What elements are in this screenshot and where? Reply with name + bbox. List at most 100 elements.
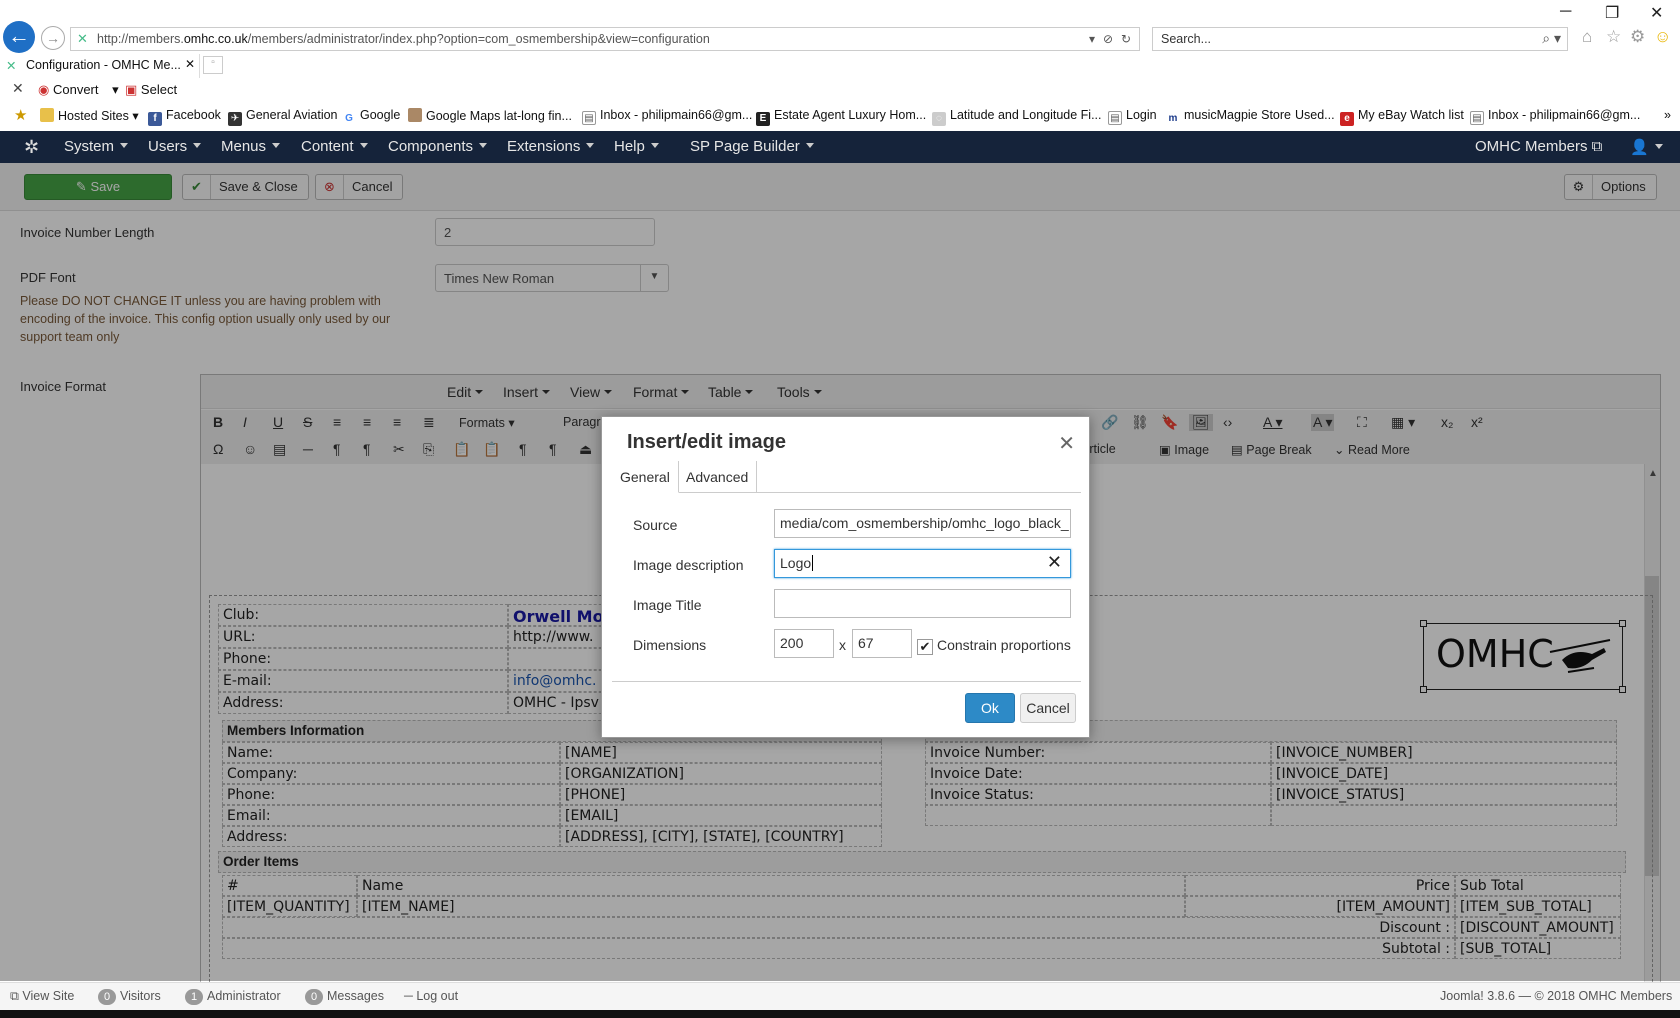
tab-favicon-icon: ✕ <box>6 59 17 73</box>
dialog-tabs: General Advanced <box>612 461 1081 493</box>
dimensions-label: Dimensions <box>633 637 707 653</box>
visitors-link[interactable]: 0 Visitors <box>98 989 161 1005</box>
favorite-inbox-1[interactable]: ▤ Inbox - philipmain66@gm... <box>582 108 752 125</box>
image-title-label: Image Title <box>633 597 702 613</box>
messages-link[interactable]: 0 Messages <box>305 989 384 1005</box>
dialog-cancel-button[interactable]: Cancel <box>1020 693 1076 723</box>
favorite-estate-agent[interactable]: E Estate Agent Luxury Hom... <box>756 108 926 126</box>
close-window-icon[interactable]: ✕ <box>1650 3 1663 23</box>
search-icon[interactable]: ⌕ ▾ <box>1542 30 1561 47</box>
browser-search-input[interactable]: Search... ⌕ ▾ <box>1152 27 1568 51</box>
menu-menus[interactable]: Menus <box>221 138 281 155</box>
favorite-google[interactable]: G Google <box>342 108 400 126</box>
new-tab-button[interactable]: ▫ <box>203 56 223 74</box>
user-menu-icon[interactable]: 👤 <box>1630 138 1663 156</box>
aviation-icon: ✈ <box>228 112 242 126</box>
convert-icon: ◉ <box>38 82 50 97</box>
folder-icon <box>40 108 54 122</box>
menu-users[interactable]: Users <box>148 138 202 155</box>
favorite-ebay-watch[interactable]: e My eBay Watch list <box>1340 108 1464 126</box>
ok-button[interactable]: Ok <box>965 693 1015 723</box>
favorite-hosted-sites[interactable]: Hosted Sites ▾ <box>40 108 139 123</box>
image-description-input[interactable]: Logo ✕ <box>774 549 1071 578</box>
refresh-icon[interactable]: ↻ <box>1121 32 1131 46</box>
close-command-bar-icon[interactable]: ✕ <box>12 80 24 97</box>
favorite-used[interactable]: Used... <box>1295 108 1335 122</box>
favorites-star-icon[interactable]: ☆ <box>1606 27 1621 47</box>
favorite-general-aviation[interactable]: ✈ General Aviation <box>228 108 338 126</box>
url-field[interactable]: ✕ http://members.omhc.co.uk/members/admi… <box>70 27 1140 51</box>
favorite-musicmagpie[interactable]: m musicMagpie Store <box>1166 108 1291 126</box>
favorite-google-maps[interactable]: Google Maps lat-long fin... <box>408 108 572 123</box>
administrator-link[interactable]: 1 Administrator <box>185 989 281 1005</box>
admin-navbar: ✲ System Users Menus Content Components … <box>0 131 1680 163</box>
favorites-add-icon[interactable]: ★ <box>14 106 27 124</box>
select-button[interactable]: ▣ Select <box>125 82 177 98</box>
insert-edit-image-dialog: Insert/edit image ✕ General Advanced Sou… <box>601 416 1090 738</box>
copyright-text: Joomla! 3.8.6 — © 2018 OMHC Members <box>1440 989 1673 1003</box>
image-title-input[interactable] <box>774 589 1071 618</box>
favorite-inbox-2[interactable]: ▤ Inbox - philipmain66@gm... <box>1470 108 1640 125</box>
logout-link[interactable]: ─ Log out <box>404 989 458 1003</box>
joomla-logo-icon[interactable]: ✲ <box>24 137 39 158</box>
dialog-footer-divider <box>612 681 1081 682</box>
command-bar: ✕ ◉ Convert ▾ ▣ Select <box>0 78 1680 102</box>
settings-gear-icon[interactable]: ⚙ <box>1630 27 1645 47</box>
menu-components[interactable]: Components <box>388 138 488 155</box>
os-taskbar <box>0 1010 1680 1018</box>
menu-help[interactable]: Help <box>614 138 659 155</box>
tab-close-icon[interactable]: ✕ <box>185 57 195 71</box>
menu-system[interactable]: System <box>64 138 129 155</box>
page-icon: ▤ <box>1108 111 1122 125</box>
width-input[interactable]: 200 <box>774 629 834 658</box>
menu-extensions[interactable]: Extensions <box>507 138 595 155</box>
google-icon: G <box>342 112 356 126</box>
home-icon[interactable]: ⌂ <box>1582 27 1592 47</box>
favorite-latitude-longitude[interactable]: ◌ Latitude and Longitude Fi... <box>932 108 1102 126</box>
source-input[interactable]: media/com_osmembership/omhc_logo_black_ <box>774 509 1071 538</box>
convert-button[interactable]: ◉ Convert ▾ <box>38 82 119 98</box>
smiley-feedback-icon[interactable]: ☺ <box>1654 27 1671 47</box>
tab-divider <box>756 461 757 493</box>
favorites-overflow-icon[interactable]: » <box>1664 108 1671 122</box>
tab-configuration[interactable]: ✕ Configuration - OMHC Me... ✕ <box>0 54 200 78</box>
dimension-separator: x <box>839 637 846 653</box>
tab-advanced[interactable]: Advanced <box>678 461 756 493</box>
page-icon: ▤ <box>1470 111 1484 125</box>
ebay-icon: e <box>1340 112 1354 126</box>
height-input[interactable]: 67 <box>852 629 912 658</box>
estate-agent-icon: E <box>756 112 770 126</box>
restore-window-icon[interactable]: ❐ <box>1605 3 1619 23</box>
menu-content[interactable]: Content <box>301 138 368 155</box>
stop-icon[interactable]: ⊘ <box>1103 32 1113 46</box>
maps-icon <box>408 108 422 122</box>
favorite-facebook[interactable]: f Facebook <box>148 108 221 126</box>
globe-icon: ◌ <box>932 112 946 126</box>
minimize-window-icon[interactable]: ─ <box>1560 3 1571 21</box>
menu-sp-page-builder[interactable]: SP Page Builder <box>690 138 814 155</box>
source-label: Source <box>633 517 678 533</box>
dialog-title: Insert/edit image <box>627 431 786 453</box>
tab-general[interactable]: General <box>612 461 679 493</box>
clear-input-icon[interactable]: ✕ <box>1047 552 1062 573</box>
tab-strip: ✕ Configuration - OMHC Me... ✕ ▫ <box>0 54 1680 78</box>
musicmagpie-icon: m <box>1166 112 1180 126</box>
site-link[interactable]: OMHC Members ⧉ <box>1475 138 1602 155</box>
view-site-link[interactable]: ⧉ View Site <box>10 989 74 1004</box>
image-description-label: Image description <box>633 557 744 573</box>
external-link-icon: ⧉ <box>10 989 19 1003</box>
minus-icon: ─ <box>404 989 413 1003</box>
close-icon[interactable]: ✕ <box>1058 431 1075 456</box>
constrain-proportions-label: Constrain proportions <box>937 637 1071 653</box>
select-icon: ▣ <box>125 82 138 97</box>
url-dropdown-icon[interactable]: ▾ <box>1089 32 1095 46</box>
back-button[interactable]: ← <box>3 21 35 53</box>
page-icon: ▤ <box>582 111 596 125</box>
admin-statusbar: ⧉ View Site 0 Visitors 1 Administrator 0 Me… <box>0 982 1680 1010</box>
facebook-icon: f <box>148 112 162 126</box>
url-text: http://members.omhc.co.uk/members/admini… <box>97 32 710 46</box>
favorite-login[interactable]: ▤ Login <box>1108 108 1157 125</box>
forward-button[interactable]: → <box>41 26 65 50</box>
site-favicon-icon: ✕ <box>77 31 88 46</box>
constrain-proportions-checkbox[interactable]: ✔ <box>917 639 933 655</box>
